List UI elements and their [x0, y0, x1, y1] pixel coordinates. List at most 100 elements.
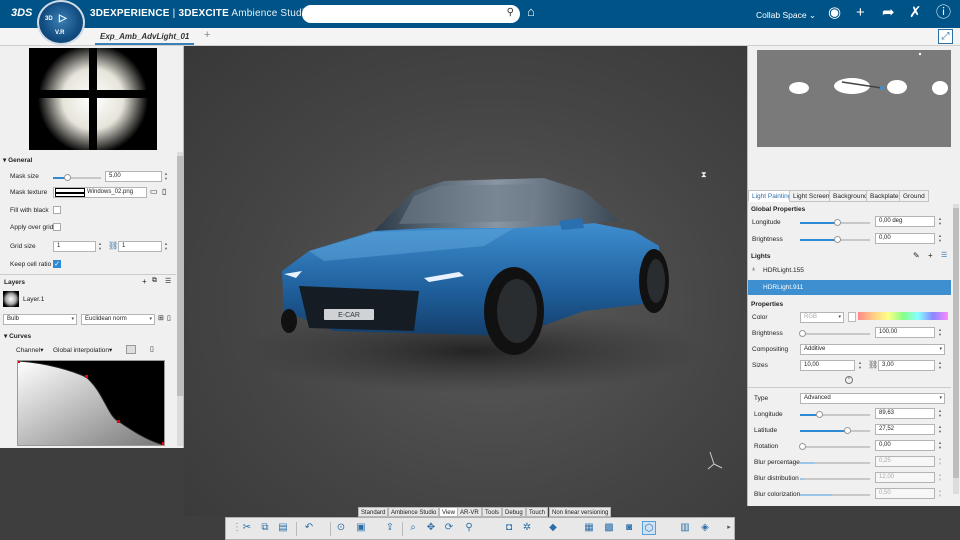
view-mode-icon[interactable]: ▣: [354, 521, 368, 535]
lock-icon[interactable]: ⊞: [158, 314, 164, 322]
user-icon[interactable]: ◉: [828, 3, 841, 23]
global-longitude-field[interactable]: 0,00 deg: [875, 216, 935, 227]
material-icon[interactable]: ⬡: [642, 521, 656, 535]
mask-size-spinner[interactable]: ▲ ▼: [163, 171, 169, 182]
shape-dropdown[interactable]: Bulb ▾: [3, 314, 77, 325]
fullscreen-icon[interactable]: ⤢: [938, 29, 953, 44]
share-icon[interactable]: ➦: [882, 3, 895, 23]
type-dropdown[interactable]: Advanced ▾: [800, 393, 945, 404]
undo-icon[interactable]: ↶: [302, 521, 316, 535]
apply-grid-checkbox[interactable]: [53, 223, 61, 231]
render-settings-icon[interactable]: ✲: [520, 521, 534, 535]
list-view-icon[interactable]: ☰: [941, 251, 947, 259]
layer-menu-icon[interactable]: ☰: [165, 277, 171, 285]
duplicate-layer-icon[interactable]: ⧉: [152, 277, 157, 285]
norm-dropdown[interactable]: Euclidean norm ▾: [81, 314, 155, 325]
tab-exp-amb-advlight[interactable]: Exp_Amb_AdvLight_01: [95, 30, 195, 45]
blur-colorization-slider[interactable]: [800, 494, 870, 496]
cube-icon[interactable]: ◆: [546, 521, 560, 535]
collapse-icon[interactable]: ⌃: [845, 376, 853, 384]
blur-distribution-slider[interactable]: [800, 478, 870, 480]
link-icon[interactable]: ⛓: [868, 360, 878, 369]
global-brightness-field[interactable]: 0,00: [875, 233, 935, 244]
tools-icon[interactable]: ✗: [909, 3, 922, 23]
blur-percentage-slider[interactable]: [800, 462, 870, 464]
size-width-spinner[interactable]: ▲ ▼: [857, 360, 863, 371]
zoom-icon[interactable]: ⌕: [406, 521, 420, 535]
longitude-slider[interactable]: [800, 411, 870, 418]
delete-curve-icon[interactable]: ▯: [150, 345, 154, 353]
help-icon[interactable]: ⓘ: [936, 3, 951, 23]
copy-icon[interactable]: ⧉: [258, 521, 272, 535]
keep-ratio-checkbox[interactable]: ✓: [53, 260, 61, 268]
brightness-field[interactable]: 100,00: [875, 327, 935, 338]
right-panel-scrollbar[interactable]: [953, 204, 959, 494]
longitude-spinner[interactable]: ▲ ▼: [937, 408, 943, 419]
tab-ground[interactable]: Ground: [899, 190, 929, 202]
export-icon[interactable]: ⇪: [383, 521, 397, 535]
curve-editor[interactable]: [17, 360, 165, 446]
global-brightness-slider[interactable]: [800, 236, 870, 243]
tab-tools[interactable]: Tools: [482, 507, 503, 517]
add-icon[interactable]: +: [856, 3, 865, 23]
screenshot-icon[interactable]: ▩: [602, 521, 616, 535]
tab-standard[interactable]: Standard: [358, 507, 389, 517]
brightness-spinner[interactable]: ▲ ▼: [937, 327, 943, 338]
blur-distribution-field[interactable]: 12,00: [875, 472, 935, 483]
add-tab-button[interactable]: +: [204, 29, 210, 41]
add-light-icon[interactable]: +: [928, 251, 933, 260]
color-mode-dropdown[interactable]: RGB ▾: [800, 312, 844, 323]
general-section-header[interactable]: ▾ General: [3, 156, 32, 164]
curve-color-swatch[interactable]: [126, 345, 136, 354]
tab-ambience-studio[interactable]: Ambience Studio: [388, 507, 440, 517]
color-spectrum[interactable]: [858, 312, 948, 320]
grid-y-spinner[interactable]: ▲ ▼: [163, 241, 169, 252]
interpolation-dropdown[interactable]: Global interpolation▾: [53, 346, 112, 354]
layer-name[interactable]: Layer.1: [23, 296, 44, 303]
tag-view-icon[interactable]: ◈: [698, 521, 712, 535]
latitude-field[interactable]: 27,52: [875, 424, 935, 435]
grid-x-spinner[interactable]: ▲ ▼: [97, 241, 103, 252]
paste-icon[interactable]: ▤: [276, 521, 290, 535]
add-layer-icon[interactable]: +: [142, 277, 147, 286]
mask-size-slider[interactable]: [53, 174, 101, 181]
camera-icon[interactable]: ◘: [502, 521, 516, 535]
search-input[interactable]: ⚲: [302, 5, 520, 23]
blur-colorization-field[interactable]: 0,50: [875, 488, 935, 499]
color-swatch[interactable]: [848, 312, 856, 322]
pan-icon[interactable]: ✥: [424, 521, 438, 535]
size-height-field[interactable]: 3,00: [878, 360, 935, 371]
capture-icon[interactable]: ◙: [622, 521, 636, 535]
latitude-slider[interactable]: [800, 427, 870, 434]
size-width-field[interactable]: 10,00: [800, 360, 855, 371]
tab-non-linear-versioning[interactable]: Non linear versioning: [549, 507, 612, 517]
look-at-icon[interactable]: ⚲: [462, 521, 476, 535]
longitude-field[interactable]: 89,63: [875, 408, 935, 419]
grid-size-x-field[interactable]: 1: [53, 241, 96, 252]
rotate-icon[interactable]: ⟳: [442, 521, 456, 535]
compass-widget[interactable]: 3D ▷ V.R: [37, 0, 85, 45]
zoom-fit-icon[interactable]: ⊙: [334, 521, 348, 535]
global-brightness-spinner[interactable]: ▲ ▼: [937, 233, 943, 244]
search-icon[interactable]: ⚲: [507, 7, 514, 18]
3d-viewport[interactable]: E-CAR ⧗: [184, 46, 747, 516]
grid-size-y-field[interactable]: 1: [118, 241, 162, 252]
channel-dropdown[interactable]: Channel▾: [16, 346, 43, 354]
brightness-slider[interactable]: [799, 330, 870, 337]
delete-texture-icon[interactable]: ▯: [162, 187, 166, 196]
size-height-spinner[interactable]: ▲ ▼: [937, 360, 943, 371]
fill-black-checkbox[interactable]: [53, 206, 61, 214]
database-icon[interactable]: ▦: [582, 521, 596, 535]
folder-icon[interactable]: ▭: [150, 187, 158, 196]
edit-light-icon[interactable]: ✎: [913, 251, 920, 260]
link-icon[interactable]: ⛓: [108, 241, 118, 250]
tab-backplate[interactable]: Backplate: [866, 190, 903, 202]
rotation-slider[interactable]: [799, 443, 870, 450]
left-panel-scrollbar[interactable]: [177, 152, 183, 446]
tab-debug[interactable]: Debug: [502, 507, 526, 517]
blur-percentage-field[interactable]: 0,25: [875, 456, 935, 467]
trash-icon[interactable]: ▯: [167, 314, 171, 322]
tag-icon[interactable]: ⌂: [527, 4, 535, 19]
compositing-dropdown[interactable]: Additive ▾: [800, 344, 945, 355]
collab-space-selector[interactable]: Collab Space ⌄: [756, 10, 816, 21]
